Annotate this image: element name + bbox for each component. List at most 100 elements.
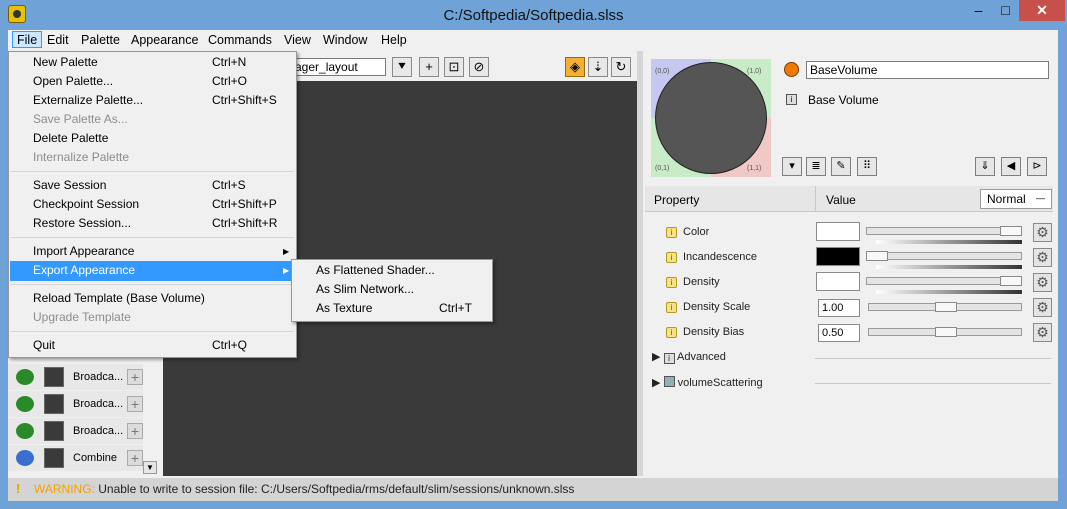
- scroll-down-button[interactable]: ▼: [143, 461, 157, 474]
- swatch-label: (1,1): [747, 165, 762, 172]
- expand-arrow-icon[interactable]: ▶: [652, 377, 660, 389]
- menu-commands[interactable]: Commands: [204, 33, 276, 50]
- minimize-button[interactable]: –: [965, 0, 992, 21]
- close-button[interactable]: ✕: [1019, 0, 1065, 21]
- node-item[interactable]: Broadca... +: [8, 418, 143, 444]
- expand-arrow-icon[interactable]: ▶: [652, 351, 660, 363]
- view-mode-select[interactable]: Normal —: [980, 189, 1052, 209]
- app-window: C:/Softpedia/Softpedia.slss – □ ✕ File E…: [0, 0, 1067, 509]
- preview-sphere: [655, 62, 767, 174]
- cancel-icon[interactable]: ⊘: [469, 57, 489, 77]
- menu-item-checkpoint-session[interactable]: Checkpoint Session: [33, 195, 139, 214]
- menu-view[interactable]: View: [280, 33, 315, 50]
- prev-icon[interactable]: ◀: [1001, 157, 1021, 176]
- status-level: WARNING:: [34, 482, 95, 496]
- edit-icon[interactable]: ✎: [831, 157, 851, 176]
- select-tool-icon[interactable]: ◈: [565, 57, 585, 77]
- menu-item-open-palette[interactable]: Open Palette...: [33, 72, 113, 91]
- maximize-button[interactable]: □: [992, 0, 1019, 21]
- node-item[interactable]: Broadca... +: [8, 364, 143, 390]
- slider-thumb[interactable]: [935, 327, 957, 337]
- density-swatch[interactable]: [816, 272, 860, 291]
- node-label: Broadca...: [73, 425, 124, 437]
- menu-item-save-session[interactable]: Save Session: [33, 176, 106, 195]
- gear-icon[interactable]: ⚙: [1033, 223, 1052, 242]
- add-node-button[interactable]: +: [127, 369, 143, 385]
- title-bar: C:/Softpedia/Softpedia.slss – □ ✕: [0, 0, 1067, 30]
- export-submenu: As Flattened Shader... As Slim Network..…: [291, 259, 493, 322]
- menu-bar: File Edit Palette Appearance Commands Vi…: [8, 30, 1058, 51]
- appearance-name-input[interactable]: [806, 61, 1049, 79]
- preview-swatch[interactable]: (0,0) (1,0) (1,1) (0,1): [651, 59, 771, 177]
- slider-thumb[interactable]: [1000, 226, 1022, 236]
- add-icon[interactable]: +: [419, 57, 439, 77]
- node-item[interactable]: Combine +: [8, 445, 143, 471]
- group-volume-scattering[interactable]: ▶ volumeScattering: [652, 375, 763, 389]
- incandescence-gradient-bar: [876, 265, 1022, 269]
- group-icon: i: [663, 353, 675, 364]
- property-column-header: Property: [654, 193, 700, 207]
- gear-icon[interactable]: ⚙: [1033, 273, 1052, 292]
- frame-icon[interactable]: ⊡: [444, 57, 464, 77]
- group-divider: [815, 383, 1051, 384]
- menu-item-as-slim-network[interactable]: As Slim Network...: [316, 280, 414, 299]
- menu-item-quit[interactable]: Quit: [33, 336, 55, 355]
- incandescence-swatch[interactable]: [816, 247, 860, 266]
- menu-separator: [11, 237, 294, 238]
- group-icon: [663, 376, 675, 387]
- layout-combo[interactable]: ager_layout: [290, 58, 386, 76]
- node-item[interactable]: Broadca... +: [8, 391, 143, 417]
- menu-item-export-appearance[interactable]: Export Appearance: [33, 261, 135, 280]
- gear-icon[interactable]: ⚙: [1033, 248, 1052, 267]
- add-node-button[interactable]: +: [127, 450, 143, 466]
- next-icon[interactable]: ⊳: [1027, 157, 1047, 176]
- menu-item-reload-template[interactable]: Reload Template (Base Volume): [33, 289, 205, 308]
- menu-item-as-texture[interactable]: As Texture: [316, 299, 372, 318]
- menu-item-import-appearance[interactable]: Import Appearance: [33, 242, 134, 261]
- file-menu: New Palette Ctrl+N Open Palette... Ctrl+…: [8, 51, 297, 358]
- layout-dropdown-icon[interactable]: ⯆: [392, 57, 412, 77]
- slider-thumb[interactable]: [935, 302, 957, 312]
- color-swatch[interactable]: [816, 222, 860, 241]
- menu-item-new-palette[interactable]: New Palette: [33, 53, 98, 72]
- incandescence-slider[interactable]: [866, 252, 1022, 260]
- slider-thumb[interactable]: [1000, 276, 1022, 286]
- gear-icon[interactable]: ⚙: [1033, 323, 1052, 342]
- list-view-icon[interactable]: ≣: [806, 157, 826, 176]
- collapse-icon[interactable]: ⇓: [975, 157, 995, 176]
- menu-shortcut: Ctrl+Shift+R: [212, 216, 278, 230]
- arrange-icon[interactable]: ⇣: [588, 57, 608, 77]
- color-slider[interactable]: [866, 227, 1022, 235]
- property-badge-icon: i: [666, 227, 677, 238]
- menu-item-as-flattened-shader[interactable]: As Flattened Shader...: [316, 261, 435, 280]
- submenu-arrow-icon: ▶: [283, 247, 290, 256]
- menu-shortcut: Ctrl+S: [212, 178, 246, 192]
- menu-edit[interactable]: Edit: [43, 33, 73, 50]
- refresh-icon[interactable]: ↻: [611, 57, 631, 77]
- group-advanced[interactable]: ▶ i Advanced: [652, 350, 726, 364]
- swatch-label: (1,0): [747, 68, 762, 75]
- preview-options-icon[interactable]: ▾: [782, 157, 802, 176]
- density-bias-field[interactable]: [818, 324, 860, 342]
- slider-thumb[interactable]: [866, 251, 888, 261]
- density-slider[interactable]: [866, 277, 1022, 285]
- broadcast-node-icon: [16, 396, 34, 412]
- add-node-button[interactable]: +: [127, 423, 143, 439]
- menu-item-upgrade-template: Upgrade Template: [33, 310, 131, 324]
- menu-item-externalize-palette[interactable]: Externalize Palette...: [33, 91, 143, 110]
- gear-icon[interactable]: ⚙: [1033, 298, 1052, 317]
- prop-incandescence-label: Incandescence: [683, 251, 757, 263]
- grid-icon[interactable]: ⠿: [857, 157, 877, 176]
- node-label: Combine: [73, 452, 118, 464]
- add-node-button[interactable]: +: [127, 396, 143, 412]
- menu-item-delete-palette[interactable]: Delete Palette: [33, 129, 108, 148]
- menu-item-restore-session[interactable]: Restore Session...: [33, 214, 131, 233]
- group-label: Advanced: [676, 351, 726, 363]
- menu-appearance[interactable]: Appearance: [127, 33, 202, 50]
- menu-help[interactable]: Help: [377, 33, 411, 50]
- menu-window[interactable]: Window: [319, 33, 371, 50]
- density-scale-field[interactable]: [818, 299, 860, 317]
- view-mode-value: Normal: [987, 192, 1026, 206]
- menu-palette[interactable]: Palette: [77, 33, 124, 50]
- menu-file[interactable]: File: [12, 31, 43, 48]
